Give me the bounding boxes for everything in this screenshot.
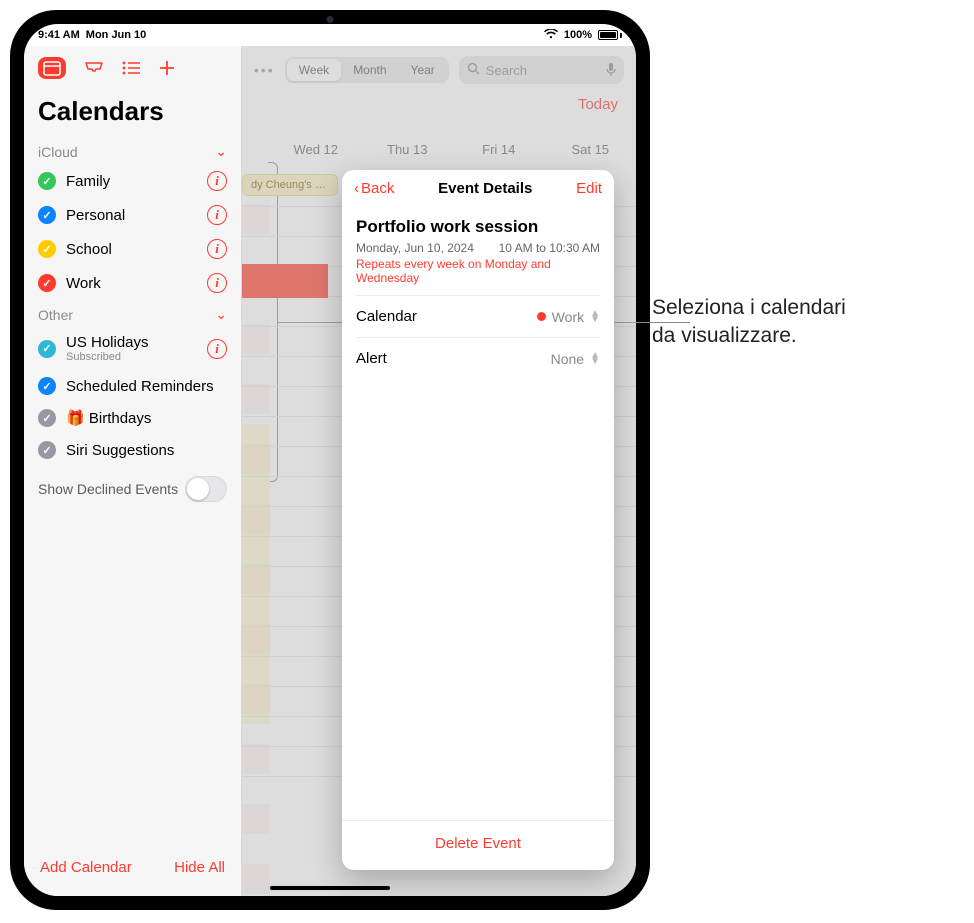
info-icon[interactable]: i [207,239,227,259]
declined-events-toggle[interactable] [185,476,227,502]
calendar-content: ••• Week Month Year Search [242,46,636,896]
battery-icon [598,30,622,40]
search-icon [467,62,480,78]
front-camera [327,16,334,23]
calendar-label: School [66,241,197,258]
view-segmented-control[interactable]: Week Month Year [285,57,449,83]
status-bar: 9:41 AM Mon Jun 10 100% [24,24,636,46]
calendar-label: Siri Suggestions [66,442,227,459]
day-header-row: Wed 12 Thu 13 Fri 14 Sat 15 [242,142,636,157]
chevron-down-icon: ⌄ [215,143,227,160]
back-button[interactable]: ‹ Back [354,180,394,197]
check-icon[interactable]: ✓ [38,377,56,395]
calendar-row[interactable]: ✓ Siri Suggestions [30,434,235,466]
check-icon[interactable]: ✓ [38,274,56,292]
day-label: Sat 15 [545,142,637,157]
event-repeat: Repeats every week on Monday and Wednesd… [356,255,600,295]
row-label: Calendar [356,308,417,325]
event-date: Monday, Jun 10, 2024 [356,241,474,255]
calendar-row-select[interactable]: Calendar Work ▲▼ [356,295,600,337]
sidebar-title: Calendars [24,90,241,137]
home-indicator[interactable] [270,886,390,890]
event-block[interactable] [242,264,328,298]
calendar-view-icon[interactable] [38,57,66,79]
row-value: None [551,351,584,367]
calendar-label: Family [66,173,197,190]
edit-button[interactable]: Edit [576,180,602,197]
calendar-row[interactable]: ✓ School i [30,232,235,266]
event-details-panel: ‹ Back Event Details Edit Portfolio work… [342,170,614,870]
callout-text: Seleziona i calendari da visualizzare. [652,294,846,351]
inbox-icon[interactable] [84,61,104,75]
event-time: 10 AM to 10:30 AM [499,241,600,255]
status-date: Mon Jun 10 [86,29,147,41]
calendar-row[interactable]: ✓ 🎁 Birthdays [30,402,235,434]
info-icon[interactable]: i [207,339,227,359]
row-label: Alert [356,350,387,367]
calendar-label: 🎁 Birthdays [66,409,227,427]
chevron-left-icon: ‹ [354,180,359,197]
day-label: Wed 12 [270,142,362,157]
calendar-label: Personal [66,207,197,224]
today-button[interactable]: Today [578,96,618,113]
calendar-label: Scheduled Reminders [66,378,227,395]
list-icon[interactable] [122,61,140,75]
info-icon[interactable]: i [207,171,227,191]
event-title: Portfolio work session [356,211,600,241]
check-icon[interactable]: ✓ [38,206,56,224]
check-icon[interactable]: ✓ [38,172,56,190]
status-time: 9:41 AM [38,29,80,41]
info-icon[interactable]: i [207,273,227,293]
seg-year[interactable]: Year [399,59,447,81]
alert-row-select[interactable]: Alert None ▲▼ [356,337,600,379]
check-icon[interactable]: ✓ [38,441,56,459]
stepper-icon: ▲▼ [590,353,600,365]
chevron-down-icon: ⌄ [215,306,227,323]
calendar-row[interactable]: ✓ Personal i [30,198,235,232]
section-label: Other [38,307,73,323]
check-icon[interactable]: ✓ [38,340,56,358]
calendars-sidebar: Calendars iCloud ⌄ ✓ Family i ✓ Personal [24,46,242,896]
section-icloud-head[interactable]: iCloud ⌄ [24,137,241,164]
mic-icon[interactable] [606,62,616,79]
check-icon[interactable]: ✓ [38,240,56,258]
battery-percent: 100% [564,29,592,41]
wifi-icon [544,29,558,42]
delete-event-button[interactable]: Delete Event [342,820,614,870]
section-label: iCloud [38,144,78,160]
calendar-row[interactable]: ✓ Scheduled Reminders [30,370,235,402]
seg-month[interactable]: Month [341,59,398,81]
all-day-event[interactable]: dy Cheung's Bi… [242,174,338,196]
day-label: Thu 13 [362,142,454,157]
calendar-label: Work [66,275,197,292]
search-placeholder: Search [486,63,527,78]
row-value: Work [552,309,584,325]
day-label: Fri 14 [453,142,545,157]
search-field[interactable]: Search [459,56,624,84]
check-icon[interactable]: ✓ [38,409,56,427]
section-other-head[interactable]: Other ⌄ [24,300,241,327]
calendar-sublabel: Subscribed [66,351,197,363]
add-icon[interactable] [158,59,176,77]
seg-week[interactable]: Week [287,59,341,81]
more-icon[interactable]: ••• [254,62,275,78]
panel-title: Event Details [438,180,532,197]
calendar-row[interactable]: ✓ US Holidays Subscribed i [30,327,235,370]
calendar-row[interactable]: ✓ Work i [30,266,235,300]
calendar-color-dot [537,312,546,321]
hide-all-button[interactable]: Hide All [174,859,225,876]
calendar-label: US Holidays Subscribed [66,334,197,363]
stepper-icon: ▲▼ [590,311,600,323]
declined-events-label: Show Declined Events [38,481,178,497]
add-calendar-button[interactable]: Add Calendar [40,859,132,876]
info-icon[interactable]: i [207,205,227,225]
gift-icon: 🎁 [66,410,85,427]
calendar-row[interactable]: ✓ Family i [30,164,235,198]
